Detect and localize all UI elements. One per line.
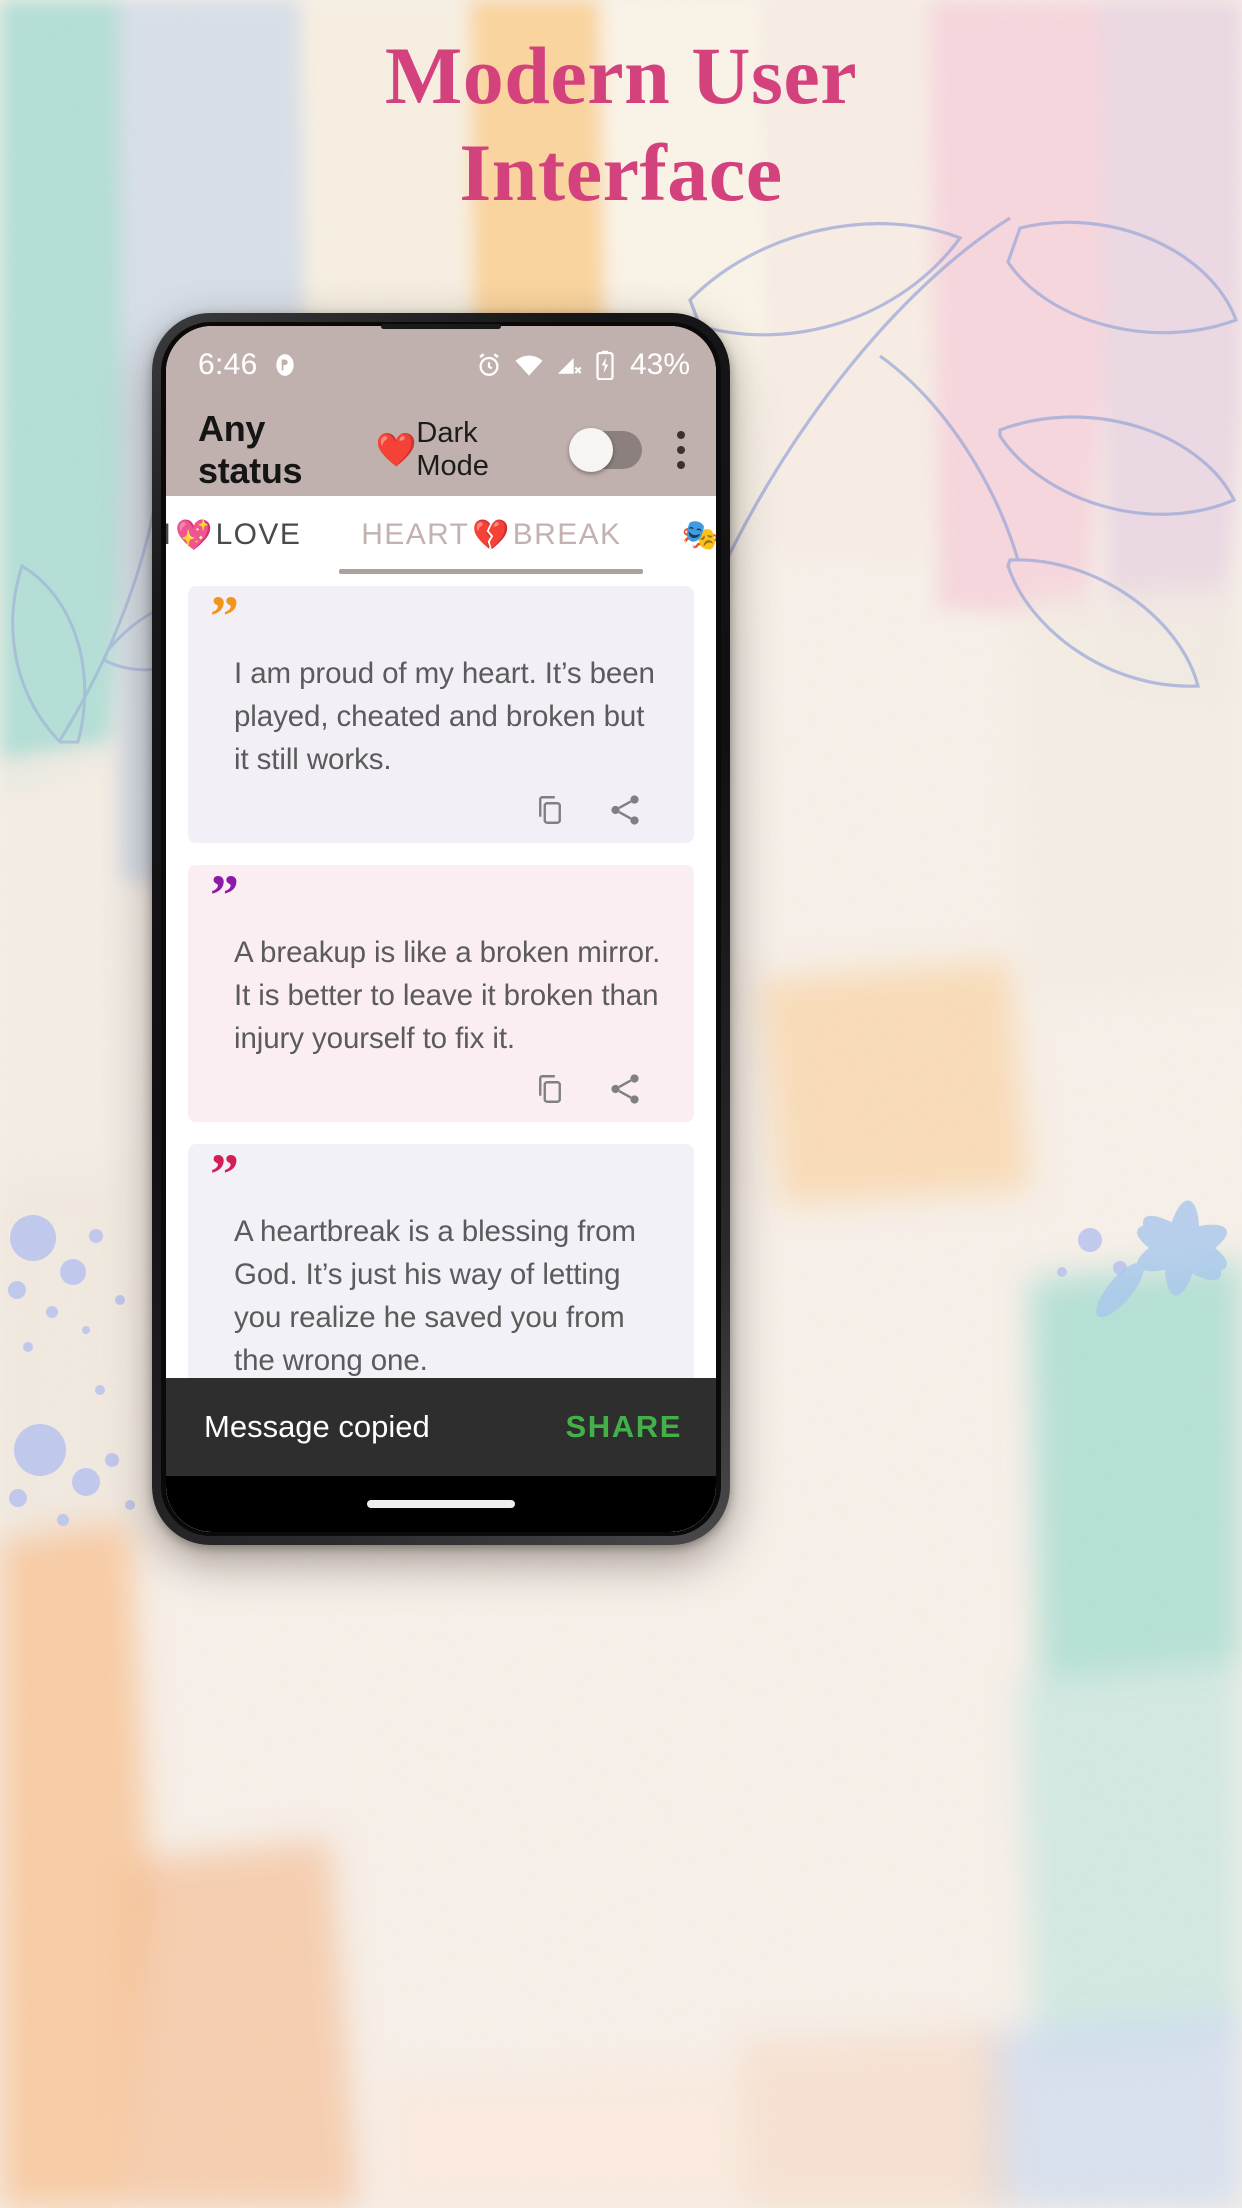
tab-in-love-suffix: LOVE xyxy=(215,518,302,551)
red-heart-icon: ❤️ xyxy=(375,430,417,468)
cellular-no-signal-icon xyxy=(555,351,583,379)
status-bar: 6:46 43% xyxy=(166,326,716,404)
tab-heart-break-suffix: BREAK xyxy=(512,518,622,551)
quote-text: A breakup is like a broken mirror. It is… xyxy=(234,936,661,1055)
tab-heart-break[interactable]: HEART 💔 BREAK xyxy=(331,496,651,574)
toggle-knob xyxy=(569,428,614,472)
dark-mode-label: Dark Mode xyxy=(416,417,489,482)
poster-headline: Modern User Interface xyxy=(0,28,1242,222)
sparkling-heart-icon: 💖 xyxy=(175,518,213,552)
alarm-icon xyxy=(475,351,503,379)
quote-list[interactable]: ” I am proud of my heart. It’s been play… xyxy=(166,574,716,1532)
app-bar: Any status ❤️ Dark Mode xyxy=(166,404,716,496)
system-navigation-bar xyxy=(166,1476,716,1532)
tab-mood[interactable]: 🎭 MOOD xyxy=(651,496,716,574)
phone-screen: 6:46 43% Any status ❤️ Dark Mode 💖 LOVE … xyxy=(166,326,716,1532)
headline-line-1: Modern User xyxy=(384,30,858,121)
wifi-icon xyxy=(514,350,544,380)
quote-mark-icon: ” xyxy=(210,863,239,928)
quote-card[interactable]: ” A breakup is like a broken mirror. It … xyxy=(188,865,694,1122)
quote-card[interactable]: ” I am proud of my heart. It’s been play… xyxy=(188,586,694,843)
headline-line-2: Interface xyxy=(459,126,783,218)
share-icon[interactable] xyxy=(606,1070,644,1108)
app-title: Any status ❤️ xyxy=(198,408,417,492)
broken-heart-icon: 💔 xyxy=(472,518,510,552)
battery-charging-icon xyxy=(594,350,616,380)
performing-arts-icon: 🎭 xyxy=(681,518,716,552)
overflow-menu-icon[interactable] xyxy=(660,417,703,483)
snackbar: Message copied SHARE xyxy=(166,1378,716,1476)
home-gesture-pill[interactable] xyxy=(367,1500,515,1508)
app-notification-icon xyxy=(272,352,298,378)
snackbar-share-action[interactable]: SHARE xyxy=(565,1409,682,1445)
phone-mockup: 6:46 43% Any status ❤️ Dark Mode 💖 LOVE … xyxy=(152,313,730,1545)
tab-in-love-prefix: IN xyxy=(166,518,172,552)
tab-heart-break-prefix: HEART xyxy=(361,518,470,551)
app-title-text: Any status xyxy=(198,408,303,491)
share-icon[interactable] xyxy=(606,791,644,829)
earpiece-speaker xyxy=(381,324,501,329)
status-bar-clock: 6:46 xyxy=(198,348,258,381)
tab-in-love[interactable]: IN 💖 LOVE xyxy=(166,496,331,574)
tab-strip[interactable]: S IN 💖 LOVE HEART 💔 BREAK 🎭 MOOD S xyxy=(166,496,716,574)
dark-mode-toggle[interactable] xyxy=(569,428,642,472)
quote-mark-icon: ” xyxy=(210,1142,239,1207)
snackbar-message: Message copied xyxy=(204,1409,430,1444)
quote-text: A heartbreak is a blessing from God. It’… xyxy=(234,1215,636,1377)
category-tab-bar: S IN 💖 LOVE HEART 💔 BREAK 🎭 MOOD S xyxy=(166,496,716,574)
quote-text: I am proud of my heart. It’s been played… xyxy=(234,657,655,776)
copy-icon[interactable] xyxy=(532,1071,568,1107)
battery-percentage: 43% xyxy=(629,348,690,381)
quote-mark-icon: ” xyxy=(210,584,239,649)
copy-icon[interactable] xyxy=(532,792,568,828)
